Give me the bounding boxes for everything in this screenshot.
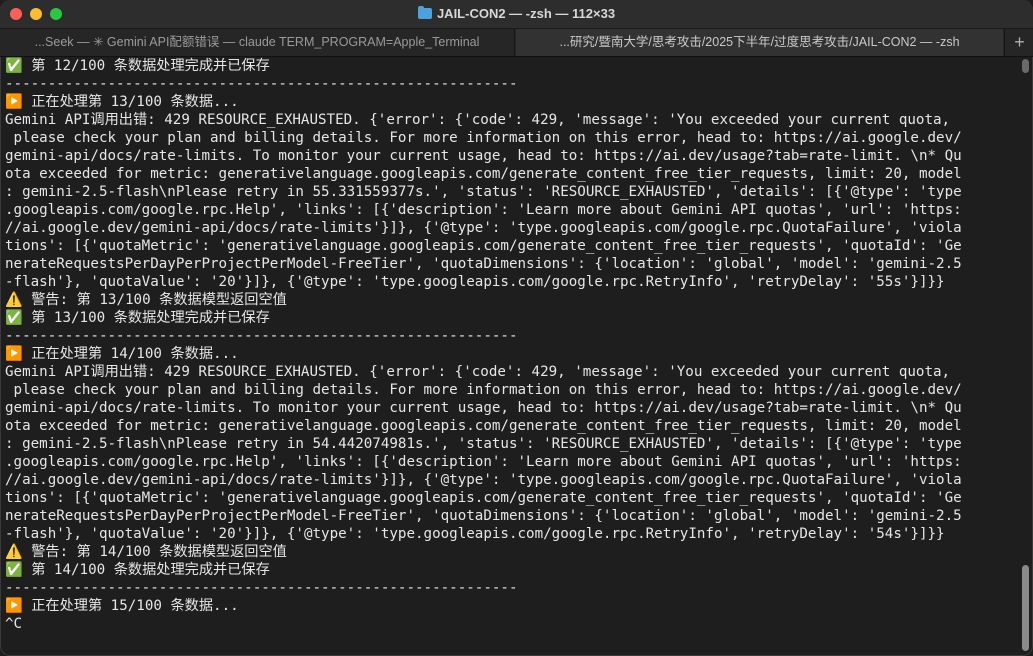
terminal-scrollbar[interactable] <box>1022 57 1030 656</box>
tab-zsh-active[interactable]: ...研究/暨南大学/思考攻击/2025下半年/过度思考攻击/JAIL-CON2… <box>516 29 1003 56</box>
terminal-line: please check your plan and billing detai… <box>5 382 962 398</box>
terminal-line: nerateRequestsPerDayPerProjectPerModel-F… <box>5 256 962 272</box>
terminal-output[interactable]: ✅ 第 12/100 条数据处理完成并已保存 ------------------… <box>0 57 1020 656</box>
terminal-line: : gemini-2.5-flash\nPlease retry in 54.4… <box>5 436 962 452</box>
terminal-line: ▶️ 正在处理第 13/100 条数据... <box>5 94 239 110</box>
terminal-window: JAIL-CON2 — -zsh — 112×33 ...Seek — ✳ Ge… <box>0 0 1033 656</box>
terminal-line: -flash'}, 'quotaValue': '20'}]}, {'@type… <box>5 526 945 542</box>
terminal-line: ▶️ 正在处理第 15/100 条数据... <box>5 598 239 614</box>
terminal-line: ⚠️ 警告: 第 13/100 条数据模型返回空值 <box>5 292 287 308</box>
terminal-line: ✅ 第 13/100 条数据处理完成并已保存 <box>5 310 270 326</box>
terminal-line: ✅ 第 14/100 条数据处理完成并已保存 <box>5 562 270 578</box>
terminal-line: //ai.google.dev/gemini-api/docs/rate-lim… <box>5 472 962 488</box>
tab-claude-session[interactable]: ...Seek — ✳ Gemini API配额错误 — claude TERM… <box>0 29 515 56</box>
terminal-line: Gemini API调用出错: 429 RESOURCE_EXHAUSTED. … <box>5 112 951 128</box>
terminal-line: ✅ 第 12/100 条数据处理完成并已保存 <box>5 58 270 74</box>
scrollbar-indicator-top <box>1022 59 1029 73</box>
terminal-line: ^C <box>5 616 23 632</box>
terminal-line: : gemini-2.5-flash\nPlease retry in 55.3… <box>5 184 962 200</box>
terminal-line: please check your plan and billing detai… <box>5 130 962 146</box>
terminal-line: ⚠️ 警告: 第 14/100 条数据模型返回空值 <box>5 544 287 560</box>
scrollbar-thumb[interactable] <box>1022 565 1029 651</box>
terminal-line: ota exceeded for metric: generativelangu… <box>5 418 962 434</box>
terminal-line: nerateRequestsPerDayPerProjectPerModel-F… <box>5 508 962 524</box>
window-title: JAIL-CON2 — -zsh — 112×33 <box>436 6 616 21</box>
terminal-line: tions': [{'quotaMetric': 'generativelang… <box>5 238 962 254</box>
terminal-line: -flash'}, 'quotaValue': '20'}]}, {'@type… <box>5 274 945 290</box>
folder-icon <box>417 6 432 19</box>
window-title-container: JAIL-CON2 — -zsh — 112×33 <box>0 0 1033 28</box>
title-bar[interactable]: JAIL-CON2 — -zsh — 112×33 <box>0 0 1033 29</box>
new-tab-button[interactable]: + <box>1004 29 1033 56</box>
terminal-line: .googleapis.com/google.rpc.Help', 'links… <box>5 202 962 218</box>
terminal-line: ----------------------------------------… <box>5 76 518 92</box>
terminal-line: .googleapis.com/google.rpc.Help', 'links… <box>5 454 962 470</box>
terminal-line: ----------------------------------------… <box>5 328 518 344</box>
terminal-line: gemini-api/docs/rate-limits. To monitor … <box>5 148 962 164</box>
terminal-line: ----------------------------------------… <box>5 580 518 596</box>
terminal-line: ota exceeded for metric: generativelangu… <box>5 166 962 182</box>
terminal-line: tions': [{'quotaMetric': 'generativelang… <box>5 490 962 506</box>
terminal-line: ▶️ 正在处理第 14/100 条数据... <box>5 346 239 362</box>
terminal-line: //ai.google.dev/gemini-api/docs/rate-lim… <box>5 220 962 236</box>
terminal-line: Gemini API调用出错: 429 RESOURCE_EXHAUSTED. … <box>5 364 951 380</box>
tab-bar: ...Seek — ✳ Gemini API配额错误 — claude TERM… <box>0 29 1033 57</box>
terminal-line: gemini-api/docs/rate-limits. To monitor … <box>5 400 962 416</box>
